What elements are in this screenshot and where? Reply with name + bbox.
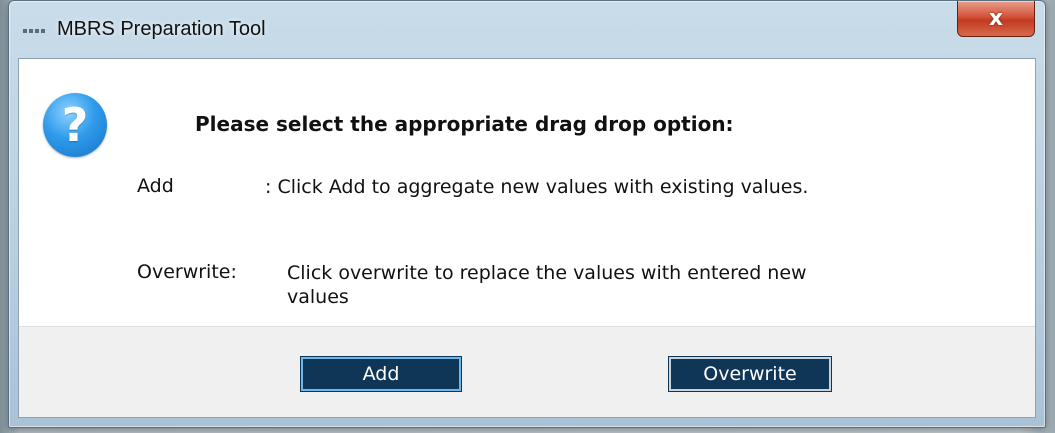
option-overwrite-label: Overwrite: (137, 261, 237, 283)
button-bar (19, 326, 1035, 417)
dialog-window: MBRS Preparation Tool x ? Please select … (8, 0, 1046, 428)
option-overwrite-description-line2: values (287, 286, 349, 308)
question-icon: ? (43, 93, 107, 157)
window-title: MBRS Preparation Tool (57, 18, 266, 40)
close-button[interactable]: x (957, 1, 1035, 37)
title-bar[interactable]: MBRS Preparation Tool x (9, 1, 1045, 59)
app-icon (23, 29, 45, 35)
overwrite-button[interactable]: Overwrite (669, 357, 831, 391)
dialog-heading: Please select the appropriate drag drop … (195, 112, 734, 136)
question-glyph: ? (61, 98, 89, 152)
option-overwrite-description-line1: Click overwrite to replace the values wi… (287, 262, 807, 284)
add-button[interactable]: Add (301, 357, 461, 391)
close-icon: x (988, 5, 1004, 31)
dialog-content: ? Please select the appropriate drag dro… (18, 58, 1036, 418)
option-add-label: Add (137, 175, 174, 197)
option-add-description: : Click Add to aggregate new values with… (265, 176, 809, 198)
